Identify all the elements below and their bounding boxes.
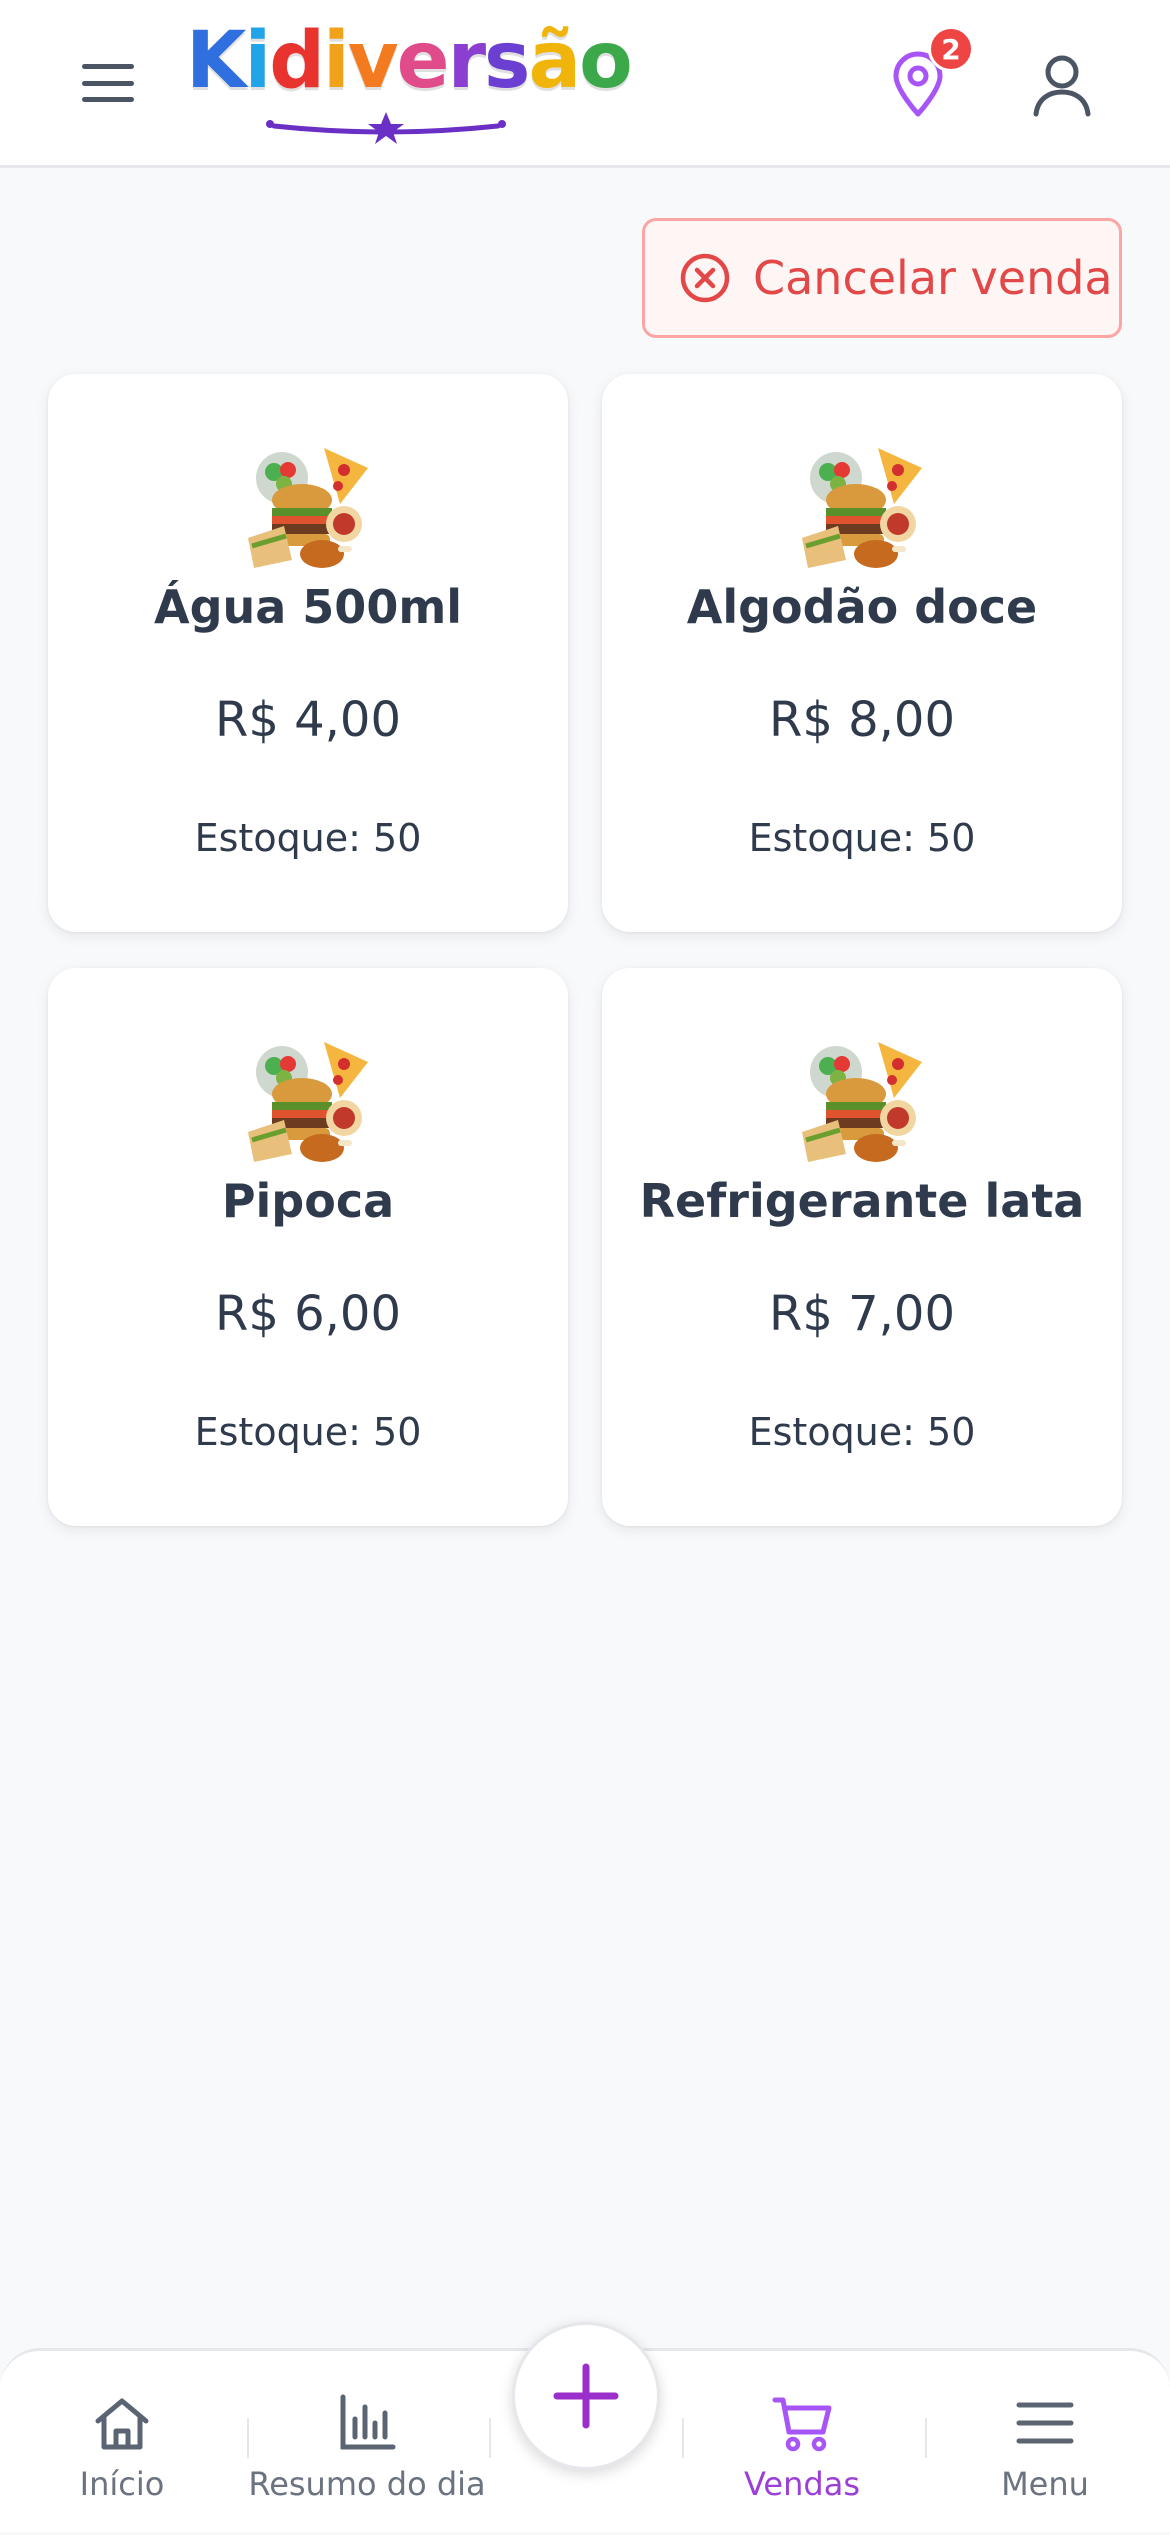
product-price: R$ 8,00 [768, 692, 956, 748]
nav-label: Início [79, 2465, 165, 2503]
food-collage-icon [248, 448, 368, 568]
product-stock: Estoque: 50 [748, 816, 976, 860]
nav-divider [925, 2418, 927, 2458]
product-card[interactable]: Refrigerante lata R$ 7,00 Estoque: 50 [602, 968, 1122, 1526]
product-card[interactable]: Pipoca R$ 6,00 Estoque: 50 [48, 968, 568, 1526]
nav-divider [489, 2418, 491, 2458]
nav-item-menu[interactable]: Menu [990, 2351, 1100, 2535]
logo-wordmark: Kidiversão [186, 16, 633, 106]
product-stock: Estoque: 50 [748, 1410, 976, 1454]
product-stock: Estoque: 50 [194, 1410, 422, 1454]
product-card[interactable]: Algodão doce R$ 8,00 Estoque: 50 [602, 374, 1122, 932]
logo-star-swoosh [266, 112, 506, 144]
product-name: Pipoca [221, 1174, 395, 1228]
nav-divider [247, 2418, 249, 2458]
x-circle-icon [680, 253, 730, 303]
bar-chart-icon [337, 2391, 397, 2455]
nav-divider [682, 2418, 684, 2458]
nav-item-inicio[interactable]: Início [62, 2351, 182, 2535]
hamburger-menu-icon[interactable] [78, 58, 138, 108]
kidiversao-logo[interactable]: Kidiversão [186, 16, 633, 144]
nav-label: Vendas [744, 2465, 860, 2503]
user-icon[interactable] [1030, 52, 1094, 118]
product-price: R$ 4,00 [214, 692, 402, 748]
product-stock: Estoque: 50 [194, 816, 422, 860]
product-name: Água 500ml [153, 580, 463, 634]
home-icon [92, 2391, 152, 2455]
product-price: R$ 6,00 [214, 1286, 402, 1342]
nav-item-vendas[interactable]: Vendas [740, 2351, 864, 2535]
plus-icon [553, 2363, 619, 2429]
product-name: Refrigerante lata [639, 1174, 1085, 1228]
shopping-cart-icon [771, 2391, 833, 2455]
cancel-sale-button[interactable]: Cancelar venda [642, 218, 1122, 338]
food-collage-icon [802, 448, 922, 568]
product-name: Algodão doce [686, 580, 1038, 634]
product-price: R$ 7,00 [768, 1286, 956, 1342]
food-collage-icon [248, 1042, 368, 1162]
app-header: Kidiversão 2 [0, 0, 1170, 168]
menu-icon [1015, 2391, 1075, 2455]
nav-item-resumo-do-dia[interactable]: Resumo do dia [248, 2351, 486, 2535]
nav-label: Menu [1001, 2465, 1089, 2503]
cancel-sale-label: Cancelar venda [753, 251, 1113, 305]
nav-label: Resumo do dia [248, 2465, 486, 2503]
add-sale-fab-button[interactable] [512, 2322, 660, 2470]
product-card[interactable]: Água 500ml R$ 4,00 Estoque: 50 [48, 374, 568, 932]
food-collage-icon [802, 1042, 922, 1162]
notification-badge: 2 [928, 26, 974, 72]
